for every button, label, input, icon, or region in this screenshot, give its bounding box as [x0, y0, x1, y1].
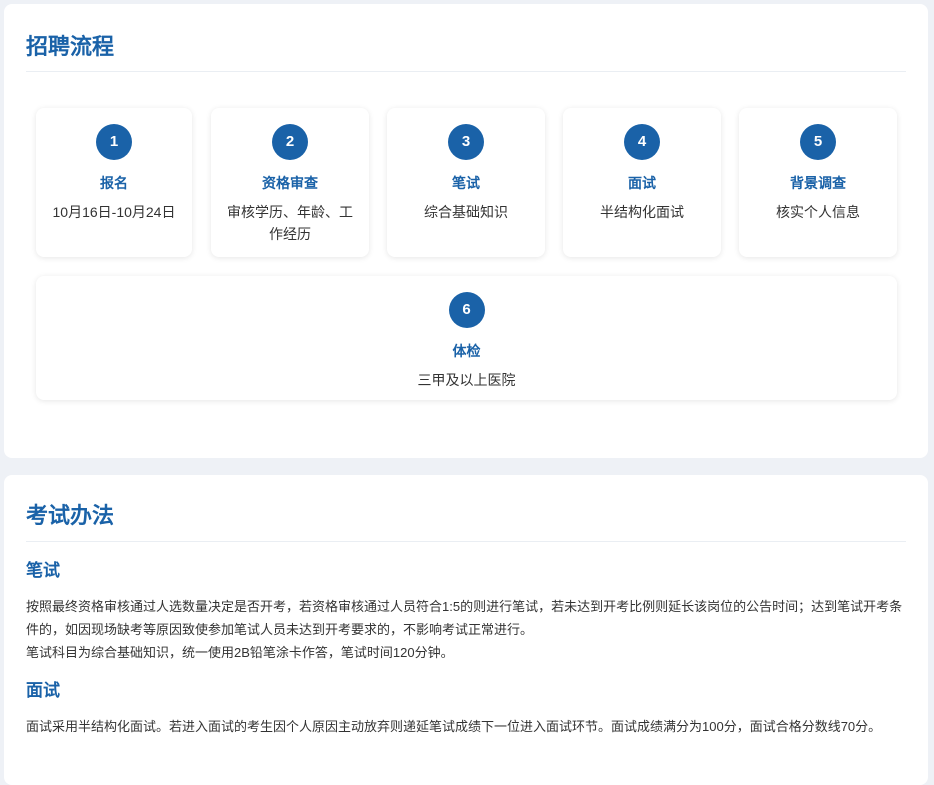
- process-title: 招聘流程: [26, 34, 115, 59]
- exam-title: 考试办法: [26, 503, 115, 528]
- recruitment-process-panel: 招聘流程 1 报名 10月16日-10月24日 2 资格审查 审核学历、年龄、工…: [4, 4, 928, 458]
- step-desc: 核实个人信息: [776, 204, 860, 220]
- step-card-4: 4 面试 半结构化面试: [563, 108, 721, 257]
- interview-paragraph: 面试采用半结构化面试。若进入面试的考生因个人原因主动放弃则递延笔试成绩下一位进入…: [26, 719, 882, 734]
- written-exam-heading: 笔试: [26, 561, 60, 580]
- step-number: 3: [448, 124, 484, 160]
- exam-method-panel: 考试办法 笔试 按照最终资格审核通过人选数量决定是否开考，若资格审核通过人员符合…: [4, 475, 928, 785]
- step-name: 资格审查: [262, 175, 318, 191]
- interview-heading: 面试: [26, 681, 60, 700]
- step-card-1: 1 报名 10月16日-10月24日: [36, 108, 192, 257]
- step-name: 面试: [628, 175, 656, 191]
- step-card-5: 5 背景调查 核实个人信息: [739, 108, 897, 257]
- step-card-6: 6 体检 三甲及以上医院: [36, 276, 897, 400]
- step-name: 报名: [100, 175, 128, 191]
- step-desc: 10月16日-10月24日: [52, 204, 176, 220]
- step-number: 1: [96, 124, 132, 160]
- written-exam-subject-paragraph: 笔试科目为综合基础知识，统一使用2B铅笔涂卡作答，笔试时间120分钟。: [26, 645, 454, 660]
- step-number: 4: [624, 124, 660, 160]
- written-exam-paragraph: 按照最终资格审核通过人选数量决定是否开考，若资格审核通过人员符合1:5的则进行笔…: [26, 599, 903, 637]
- title-divider: [26, 71, 906, 72]
- step-card-3: 3 笔试 综合基础知识: [387, 108, 545, 257]
- step-desc: 审核学历、年龄、工作经历: [227, 204, 353, 242]
- step-number: 5: [800, 124, 836, 160]
- title-divider: [26, 541, 906, 542]
- step-desc: 三甲及以上医院: [417, 372, 516, 388]
- step-desc: 综合基础知识: [424, 204, 508, 220]
- step-number: 6: [448, 292, 485, 328]
- step-name: 体检: [452, 343, 481, 359]
- step-name: 背景调查: [790, 175, 846, 191]
- step-desc: 半结构化面试: [600, 204, 684, 220]
- step-number: 2: [272, 124, 308, 160]
- step-card-2: 2 资格审查 审核学历、年龄、工作经历: [211, 108, 369, 257]
- step-name: 笔试: [452, 175, 480, 191]
